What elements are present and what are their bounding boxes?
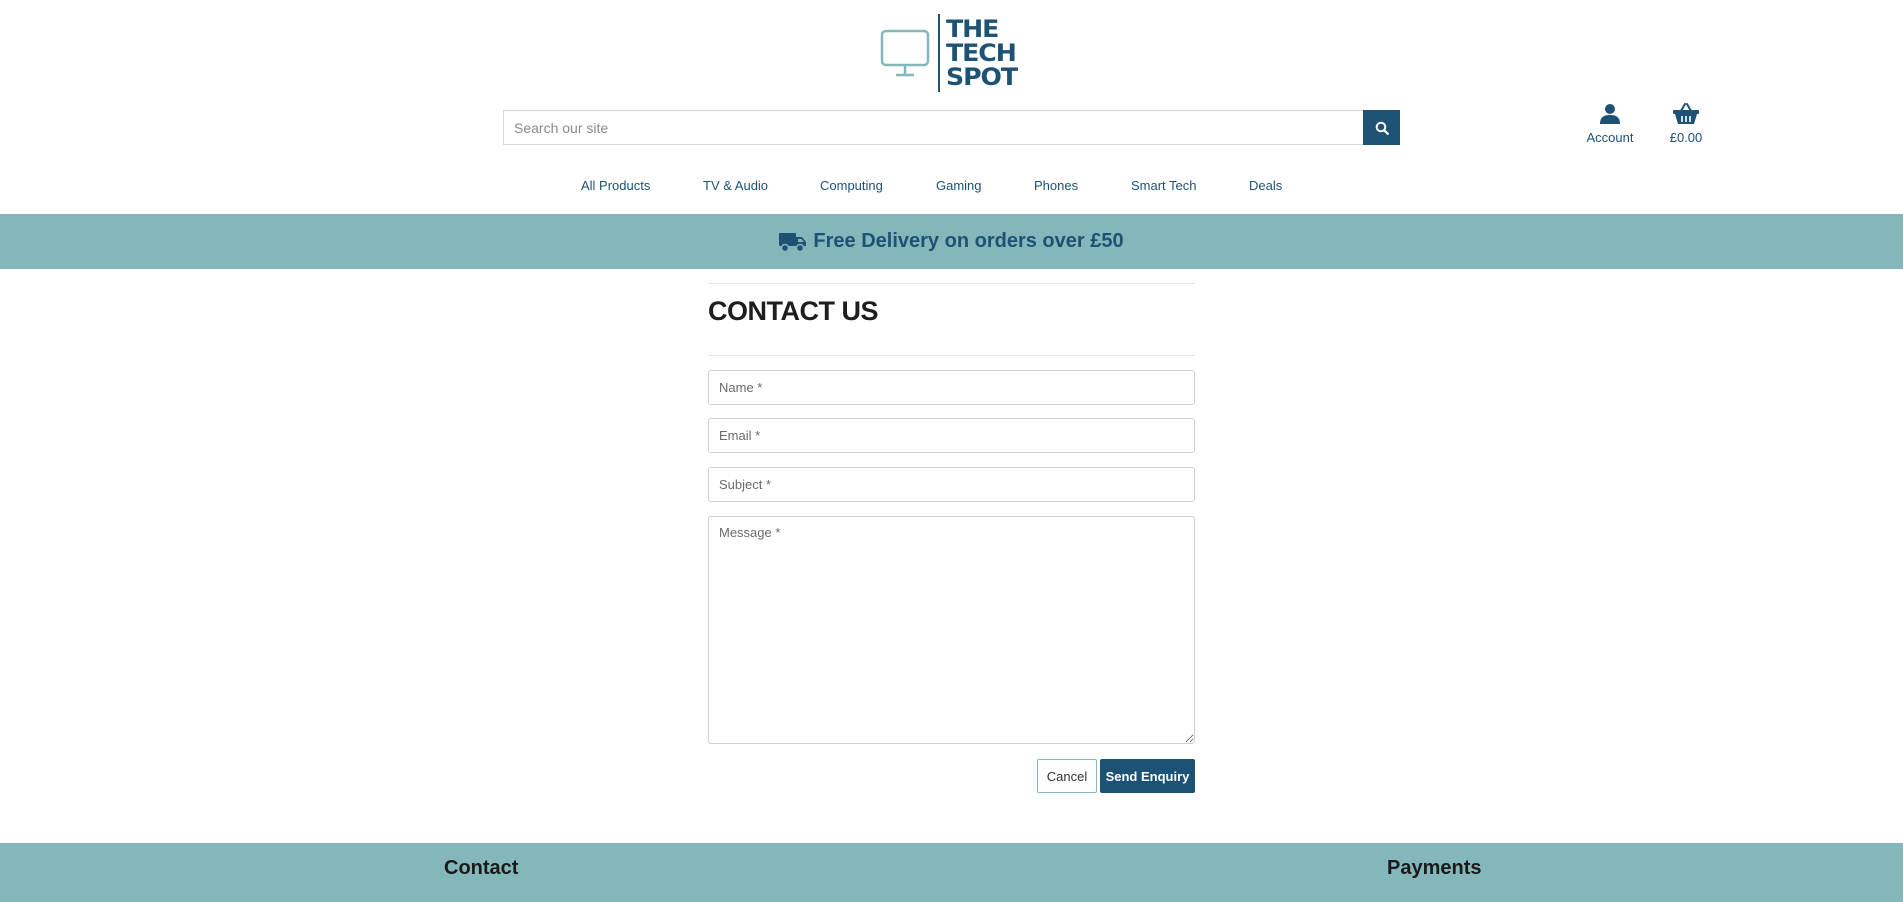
nav-item-smart-tech[interactable]: Smart Tech	[1131, 178, 1197, 193]
search-bar	[503, 110, 1400, 145]
delivery-banner: Free Delivery on orders over £50	[0, 214, 1903, 269]
logo-line-3: SPOT	[946, 63, 1018, 91]
cancel-button[interactable]: Cancel	[1037, 759, 1097, 793]
title-divider-bottom	[708, 355, 1195, 356]
message-field[interactable]	[708, 516, 1195, 744]
title-divider-top	[708, 283, 1195, 284]
delivery-truck-icon	[779, 232, 807, 252]
site-footer: Contact Payments	[0, 843, 1903, 902]
nav-item-tv-audio[interactable]: TV & Audio	[703, 178, 768, 193]
monitor-icon	[880, 29, 930, 77]
logo-text: THE TECH SPOT	[946, 15, 1018, 91]
nav-item-deals[interactable]: Deals	[1249, 178, 1282, 193]
delivery-banner-text: Free Delivery on orders over £50	[813, 230, 1124, 252]
logo-line-2: TECH	[946, 39, 1017, 67]
basket-icon	[1673, 103, 1699, 124]
footer-contact-heading: Contact	[444, 857, 519, 879]
account-link[interactable]: Account	[1582, 103, 1638, 145]
logo-divider	[938, 14, 940, 92]
page-title: CONTACT US	[708, 296, 879, 326]
search-input[interactable]	[503, 110, 1363, 145]
search-icon	[1375, 121, 1389, 135]
account-label: Account	[1586, 130, 1634, 145]
subject-field[interactable]	[708, 467, 1195, 502]
nav-item-phones[interactable]: Phones	[1034, 178, 1078, 193]
logo-line-1: THE	[946, 15, 999, 43]
footer-payments-heading: Payments	[1387, 857, 1482, 879]
search-button[interactable]	[1363, 110, 1400, 145]
site-logo[interactable]: THE TECH SPOT	[880, 13, 1026, 93]
name-field[interactable]	[708, 370, 1195, 405]
user-icon	[1600, 104, 1620, 124]
nav-item-gaming[interactable]: Gaming	[936, 178, 982, 193]
basket-link[interactable]: £0.00	[1664, 103, 1708, 145]
nav-item-all-products[interactable]: All Products	[581, 178, 650, 193]
email-field[interactable]	[708, 418, 1195, 453]
nav-item-computing[interactable]: Computing	[820, 178, 883, 193]
send-enquiry-button[interactable]: Send Enquiry	[1100, 759, 1195, 793]
main-nav: All Products TV & Audio Computing Gaming…	[0, 176, 1903, 200]
basket-total: £0.00	[1669, 130, 1703, 145]
